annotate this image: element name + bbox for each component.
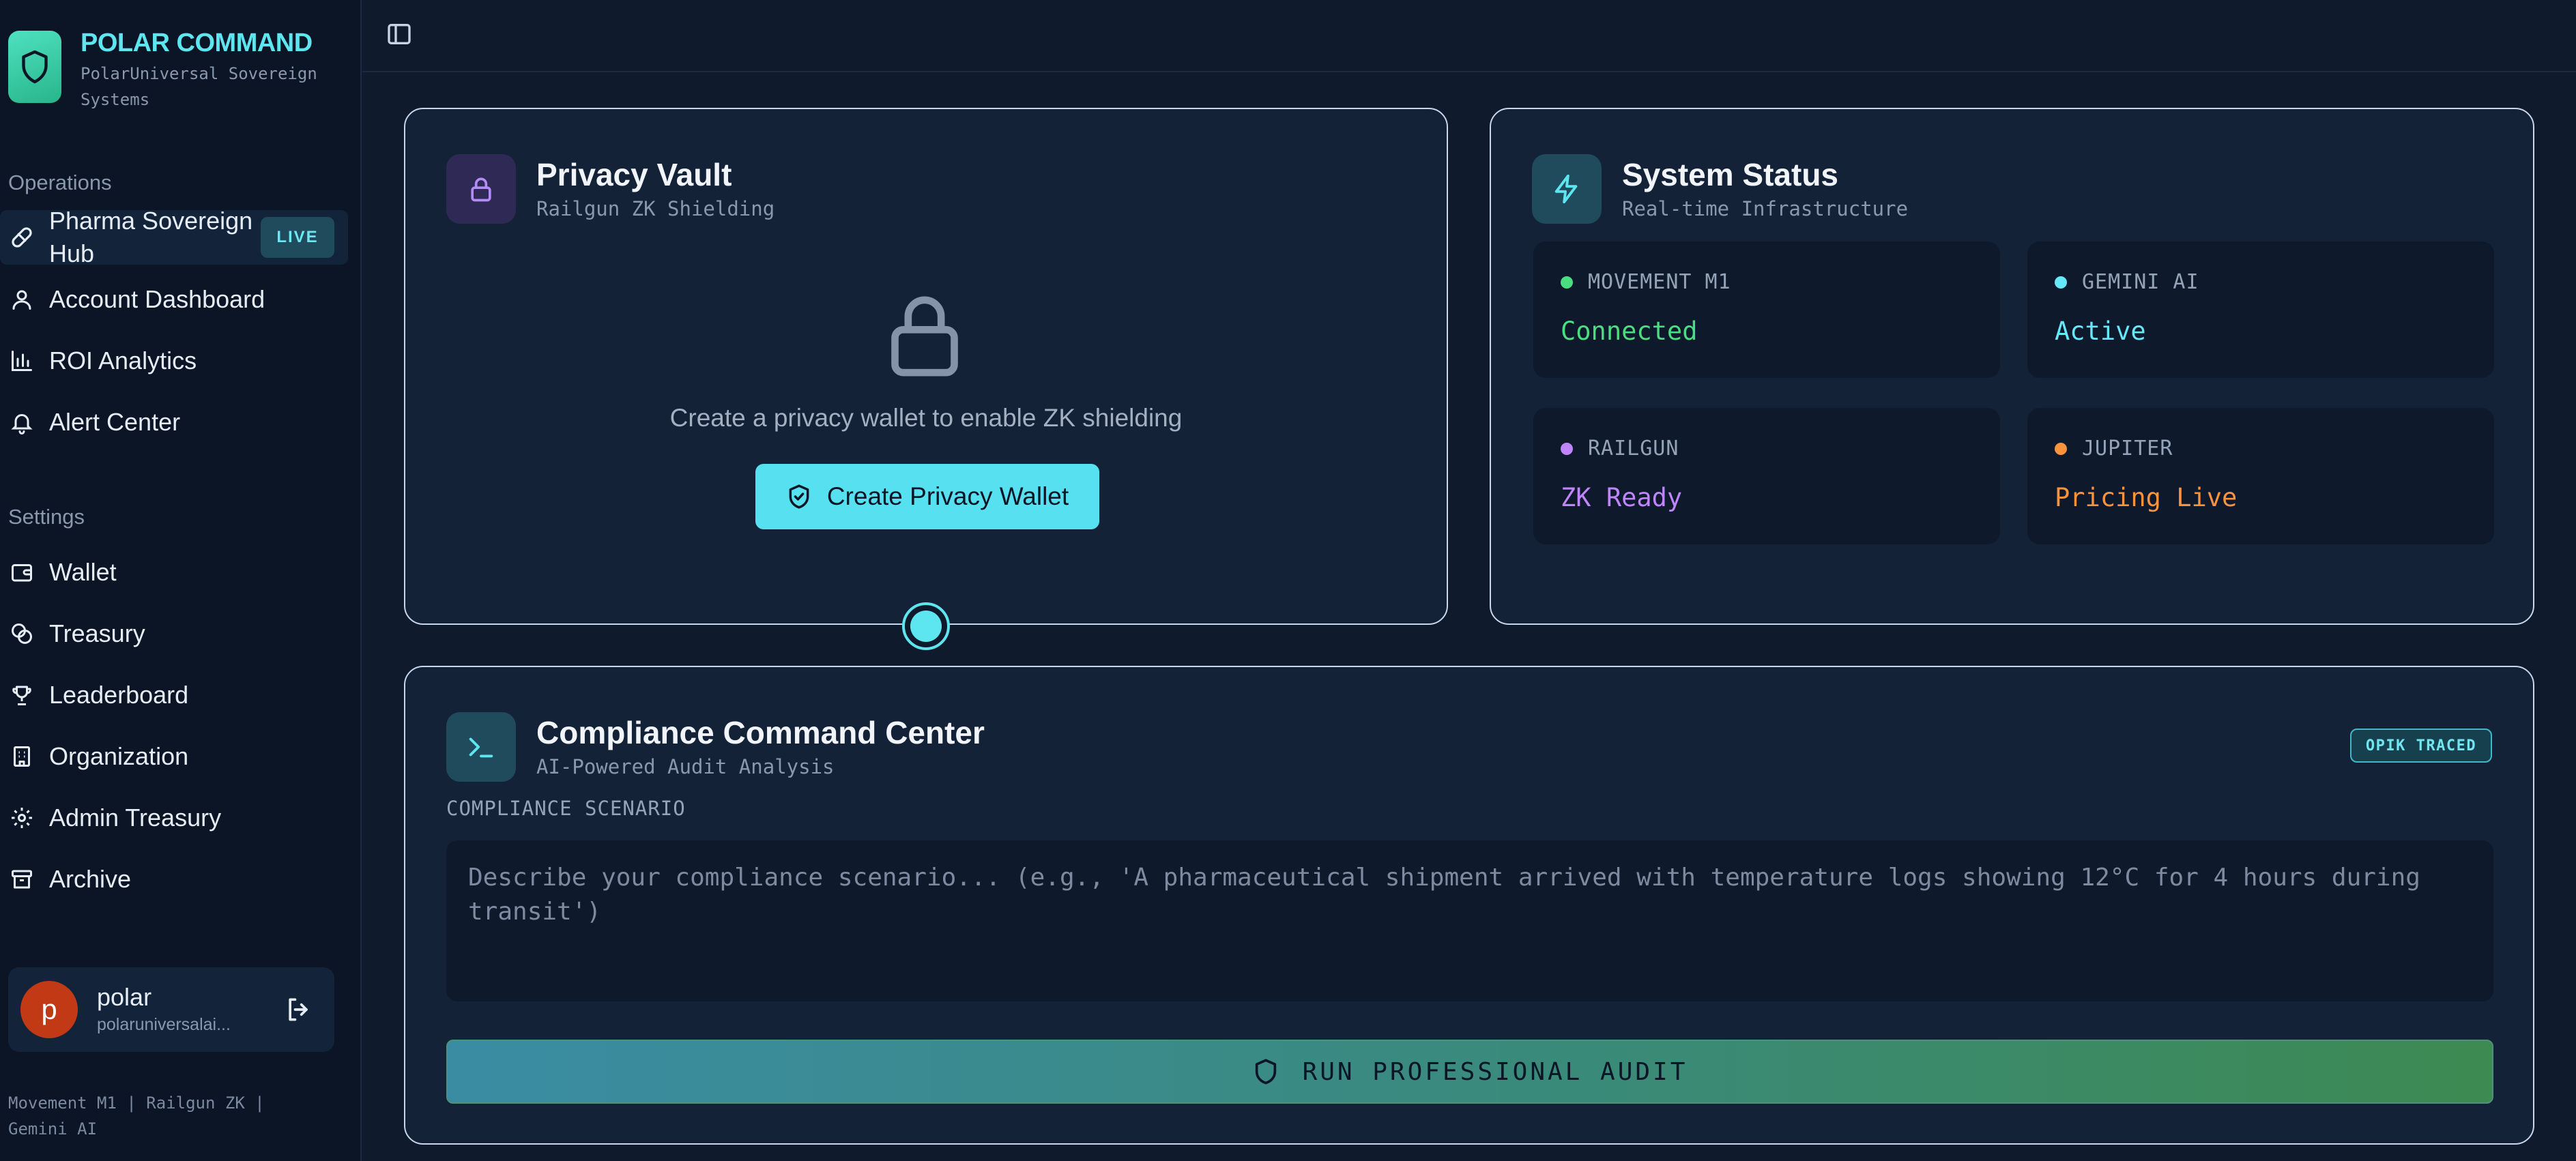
sidebar-item-label: ROI Analytics (49, 347, 197, 374)
sidebar-item-label: Organization (49, 742, 189, 770)
sidebar-item-label: Admin Treasury (49, 804, 222, 832)
status-tile-railgun: RAILGUN ZK Ready (1533, 408, 2000, 544)
lightning-icon (1532, 154, 1602, 224)
bar-chart-icon (8, 347, 35, 374)
compliance-scenario-input[interactable] (446, 840, 2493, 1001)
drag-handle[interactable] (902, 602, 950, 650)
bell-icon (8, 409, 35, 436)
sidebar-item-roi-analytics[interactable]: ROI Analytics (0, 330, 348, 392)
compliance-subtitle: AI-Powered Audit Analysis (536, 755, 835, 778)
sidebar-item-wallet[interactable]: Wallet (0, 542, 348, 603)
wallet-icon (8, 559, 35, 586)
service-status: Connected (1561, 317, 1698, 346)
sidebar-item-pharma-sovereign-hub[interactable]: Pharma Sovereign Hub LIVE (0, 207, 348, 267)
brand-title: POLAR COMMAND (81, 29, 313, 57)
top-bar (362, 0, 2576, 72)
status-dot (2055, 276, 2067, 289)
service-status: ZK Ready (1561, 483, 1683, 512)
large-lock-icon (885, 293, 964, 379)
user-card[interactable]: p polar polaruniversalai... (8, 967, 334, 1052)
brand-subtitle: PolarUniversal Sovereign Systems (81, 64, 317, 109)
status-dot (1561, 442, 1573, 455)
service-name: JUPITER (2082, 437, 2173, 460)
lock-icon (446, 154, 516, 224)
status-tile-jupiter: JUPITER Pricing Live (2027, 408, 2494, 544)
sidebar-footer: Movement M1 | Railgun ZK | Gemini AI (8, 1093, 265, 1138)
user-name: polar (97, 983, 152, 1011)
sidebar-item-label: Treasury (49, 619, 145, 647)
service-name: GEMINI AI (2082, 270, 2199, 294)
sidebar-item-account-dashboard[interactable]: Account Dashboard (0, 269, 348, 330)
sidebar-item-admin-treasury[interactable]: Admin Treasury (0, 787, 348, 849)
sidebar-toggle-icon[interactable] (386, 20, 413, 48)
trophy-icon (8, 681, 35, 709)
status-tile-movement-m1: MOVEMENT M1 Connected (1533, 241, 2000, 378)
sidebar-item-label: Leaderboard (49, 681, 189, 709)
status-dot (2055, 442, 2067, 455)
system-status-subtitle: Real-time Infrastructure (1622, 197, 1909, 220)
compliance-title: Compliance Command Center (536, 715, 985, 750)
live-badge: LIVE (261, 217, 334, 258)
system-status-title: System Status (1622, 157, 1839, 192)
gear-icon (8, 804, 35, 832)
system-status-card: System Status Real-time Infrastructure M… (1490, 108, 2534, 625)
privacy-vault-title: Privacy Vault (536, 157, 732, 192)
status-tile-gemini-ai: GEMINI AI Active (2027, 241, 2494, 378)
sidebar-item-label: Pharma Sovereign Hub (49, 207, 253, 267)
user-icon (8, 286, 35, 313)
shield-logo-icon (8, 31, 61, 103)
pill-icon (8, 224, 35, 251)
sidebar-item-archive[interactable]: Archive (0, 849, 348, 910)
create-privacy-wallet-button[interactable]: Create Privacy Wallet (755, 464, 1099, 529)
run-professional-audit-label: RUN PROFESSIONAL AUDIT (1302, 1057, 1688, 1086)
privacy-vault-empty-message: Create a privacy wallet to enable ZK shi… (669, 404, 1183, 432)
sidebar-item-label: Alert Center (49, 408, 181, 436)
privacy-vault-card: Privacy Vault Railgun ZK Shielding Creat… (404, 108, 1448, 625)
privacy-vault-subtitle: Railgun ZK Shielding (536, 197, 775, 220)
building-icon (8, 743, 35, 770)
run-professional-audit-button[interactable]: RUN PROFESSIONAL AUDIT (446, 1040, 2493, 1104)
service-status: Pricing Live (2055, 483, 2238, 512)
compliance-scenario-label: COMPLIANCE SCENARIO (446, 797, 686, 820)
drag-handle-dot (910, 611, 942, 642)
sidebar-item-leaderboard[interactable]: Leaderboard (0, 664, 348, 726)
shield-icon (1252, 1058, 1279, 1085)
sidebar-item-treasury[interactable]: Treasury (0, 603, 348, 664)
coins-icon (8, 620, 35, 647)
brand[interactable]: POLAR COMMAND PolarUniversal Sovereign S… (8, 29, 347, 113)
archive-icon (8, 866, 35, 893)
status-dot (1561, 276, 1573, 289)
settings-section-label: Settings (8, 505, 85, 529)
user-email: polaruniversalai... (97, 1015, 231, 1034)
service-name: MOVEMENT M1 (1588, 270, 1731, 294)
logout-icon[interactable] (284, 995, 314, 1025)
sidebar: POLAR COMMAND PolarUniversal Sovereign S… (0, 0, 362, 1161)
terminal-icon (446, 712, 516, 782)
sidebar-item-organization[interactable]: Organization (0, 726, 348, 787)
sidebar-item-alert-center[interactable]: Alert Center (0, 392, 348, 453)
operations-section-label: Operations (8, 171, 112, 194)
opik-traced-badge: OPIK TRACED (2350, 729, 2492, 763)
sidebar-item-label: Archive (49, 865, 132, 893)
compliance-command-center-card: Compliance Command Center AI-Powered Aud… (404, 666, 2534, 1145)
sidebar-item-label: Wallet (49, 558, 117, 586)
service-status: Active (2055, 317, 2146, 346)
avatar: p (20, 981, 78, 1038)
sidebar-item-label: Account Dashboard (49, 285, 265, 313)
create-privacy-wallet-label: Create Privacy Wallet (826, 482, 1069, 510)
service-name: RAILGUN (1588, 437, 1679, 460)
shield-check-icon (786, 484, 812, 510)
